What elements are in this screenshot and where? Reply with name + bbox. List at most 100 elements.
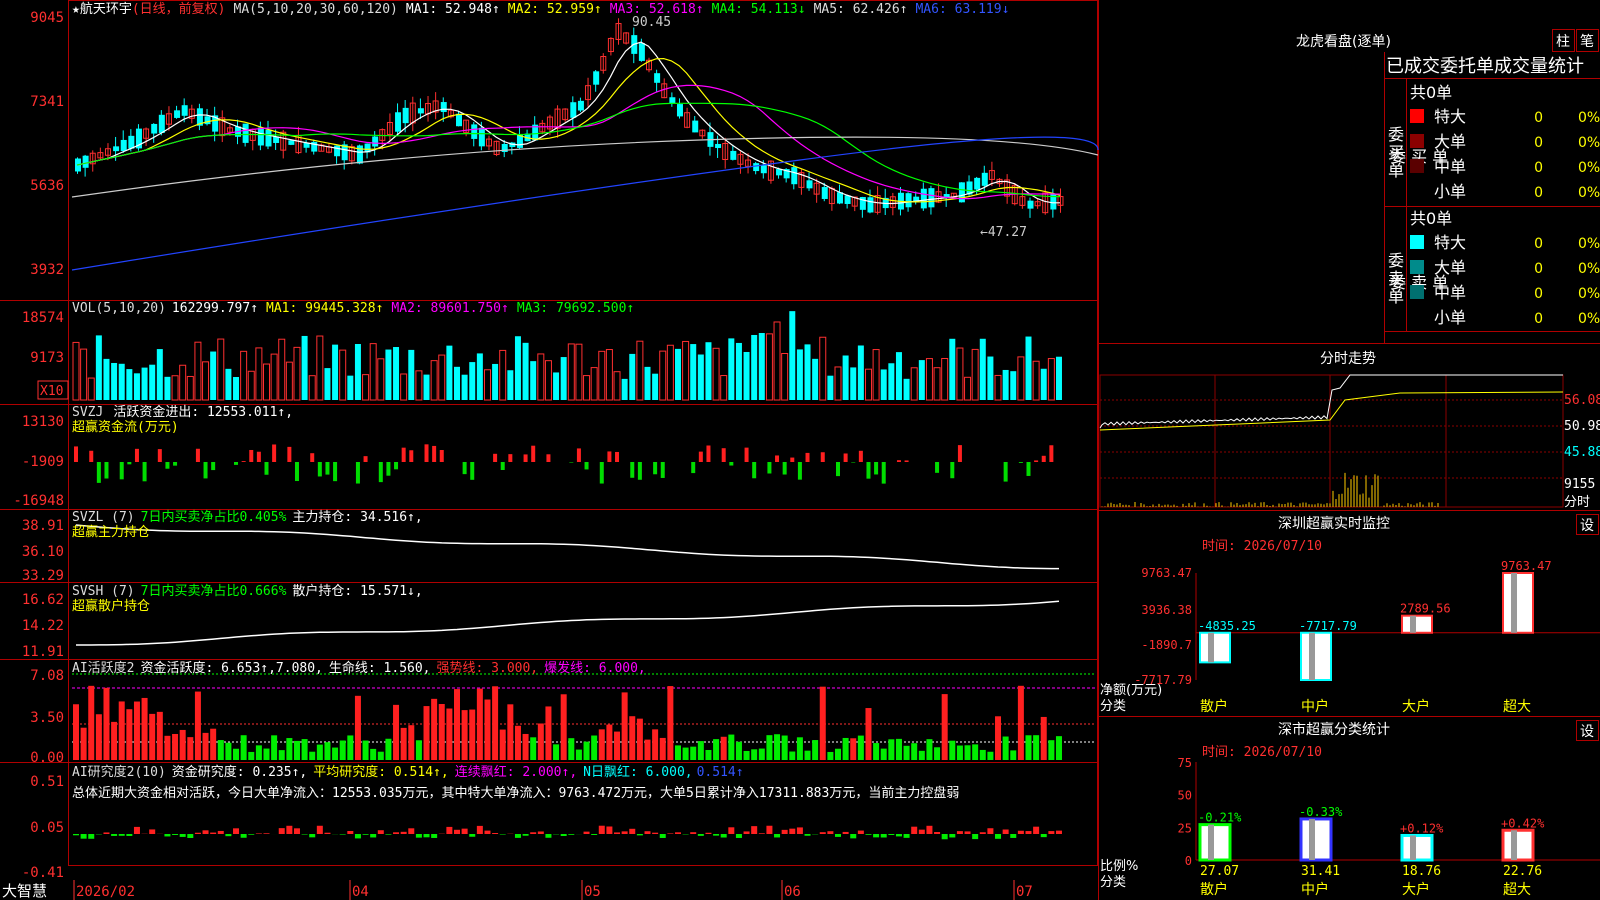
activity-bar xyxy=(1055,736,1062,760)
flow-bar xyxy=(858,450,863,462)
activity-bar xyxy=(926,739,933,760)
flow-bar xyxy=(203,462,208,479)
activity-bar xyxy=(385,738,392,760)
lhb-side-char: 卖 xyxy=(1388,269,1404,288)
y-tick-price: 3932 xyxy=(30,262,64,278)
research-bar xyxy=(415,834,422,838)
volume-bar xyxy=(1040,368,1047,400)
sz2-category: 超大 xyxy=(1503,882,1531,898)
activity-bar xyxy=(316,744,323,760)
volume-bar xyxy=(316,335,324,401)
volume-bar xyxy=(918,360,925,400)
volume-bar xyxy=(194,341,202,401)
candle-body xyxy=(242,123,249,143)
research-bar xyxy=(1033,826,1040,834)
activity-bar xyxy=(187,737,194,760)
sz2-change: +0.12% xyxy=(1400,821,1444,835)
research-bar xyxy=(316,825,323,834)
research-bar xyxy=(278,828,285,834)
flow-bar xyxy=(157,449,162,462)
research-bar xyxy=(743,831,750,834)
volume-bar xyxy=(308,375,316,401)
research-bar xyxy=(80,834,87,839)
volume-bar xyxy=(949,338,956,400)
flow-bar xyxy=(523,454,528,462)
volume-bar xyxy=(1055,356,1062,400)
activity-bar xyxy=(758,748,765,760)
research-bar xyxy=(240,834,247,838)
research-bar xyxy=(393,832,400,834)
flow-bar xyxy=(317,462,322,477)
research-bar xyxy=(758,833,765,834)
volume-bar xyxy=(103,358,110,400)
sz2-change: -0.33% xyxy=(1299,805,1343,819)
volume-bar xyxy=(149,364,156,400)
volume-bar xyxy=(483,369,491,401)
activity-bar xyxy=(80,727,87,760)
sz2-ytick: 0 xyxy=(1185,854,1192,868)
vol-unit: X10 xyxy=(40,384,63,399)
flow-bar xyxy=(333,462,338,482)
activity-bar xyxy=(918,750,925,760)
sz2-category: 大户 xyxy=(1402,881,1430,898)
volume-bar xyxy=(369,343,377,401)
volume-bar xyxy=(964,376,972,401)
flow-bar xyxy=(249,449,254,462)
lhb-swatch xyxy=(1410,134,1424,148)
candle-body xyxy=(417,108,424,114)
candle-body xyxy=(577,100,584,111)
research-bar xyxy=(888,834,895,836)
activity-bar xyxy=(415,740,422,760)
flow-bar xyxy=(531,445,536,462)
moving-average-lines xyxy=(71,41,1099,271)
volume-bar xyxy=(118,363,125,400)
lhb-row-pct: 0% xyxy=(1578,135,1600,151)
activity-bar xyxy=(347,735,354,760)
flow-bar xyxy=(386,462,391,476)
candle-body xyxy=(456,113,462,127)
volume-bar xyxy=(393,347,400,400)
activity-bar xyxy=(1040,716,1047,760)
candle-body xyxy=(158,114,165,133)
research-bar xyxy=(674,832,681,834)
volume-bar xyxy=(385,349,392,400)
research-bar xyxy=(1048,831,1055,834)
candle-body xyxy=(905,193,912,208)
research-bar xyxy=(408,828,415,834)
flow-bar xyxy=(287,446,292,462)
lhb-row-pct: 0% xyxy=(1578,311,1600,327)
research-bar xyxy=(789,828,796,834)
activity-bar xyxy=(293,740,300,760)
volume-bar xyxy=(613,371,621,401)
research-bar xyxy=(210,832,217,834)
candle-body xyxy=(867,197,874,213)
chart-canvas[interactable]: 9763.47 3936.38 -1890.7 -7717.79 -4835.25 散户 -… xyxy=(0,0,1600,900)
activity-bar xyxy=(438,704,445,760)
research-bar xyxy=(324,832,331,834)
y-tick-zl: 33.29 xyxy=(22,568,64,584)
volume-bar xyxy=(247,370,255,401)
candle-body xyxy=(128,135,135,149)
activity-bar xyxy=(804,750,811,760)
stock-title[interactable]: ★航天环宇(日线，前复权) MA(5,10,20,30,60,120) MA1: 5… xyxy=(72,1,1009,17)
sz1-category: 大户 xyxy=(1402,698,1430,715)
candle-body xyxy=(928,188,935,208)
activity-bar xyxy=(179,729,186,760)
candle-body xyxy=(676,104,683,117)
volume-bar xyxy=(712,347,720,401)
lhb-swatch xyxy=(1410,285,1424,299)
lhb-row-name: 特大 xyxy=(1434,233,1466,252)
flow-bar xyxy=(691,462,696,474)
volume-bar xyxy=(697,354,704,400)
activity-bar xyxy=(598,729,605,760)
fs-unit: 分时 xyxy=(1564,495,1590,510)
activity-bar xyxy=(880,748,887,760)
sz2-cat: 分类 xyxy=(1100,875,1126,890)
research-bar xyxy=(309,834,316,838)
flow-bar xyxy=(576,448,581,462)
volume-bar xyxy=(179,364,187,401)
research-bar xyxy=(667,833,674,834)
research-bar xyxy=(225,834,232,837)
research-bar xyxy=(522,834,529,836)
svsh-header: SVSH (7) 7日内买卖净占比0.666% 散户持仓: 15.571↓, xyxy=(72,583,423,599)
